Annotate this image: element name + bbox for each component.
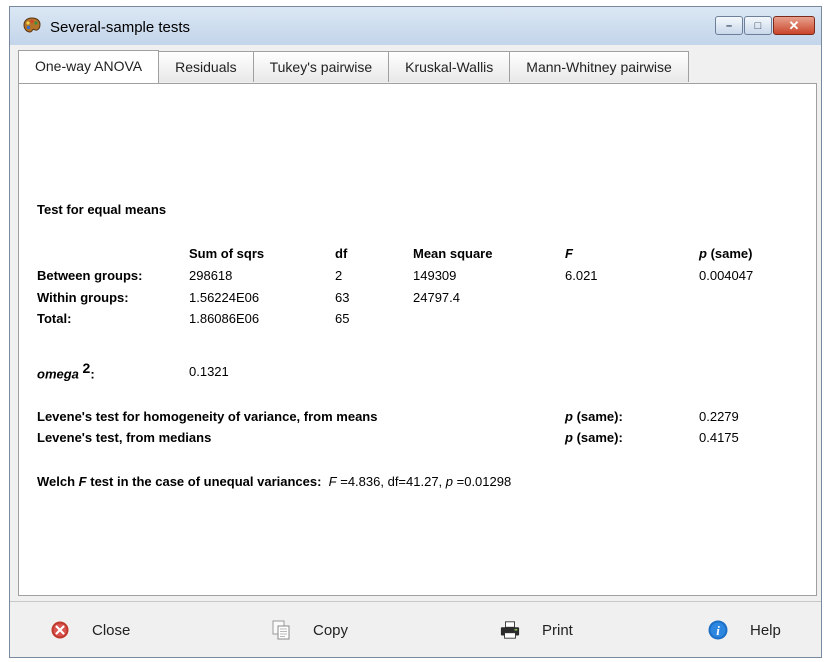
button-bar: Close Copy Print i Help [10, 601, 821, 657]
close-icon: ✕ [788, 17, 800, 33]
help-button-label: Help [750, 621, 781, 639]
cell-within-ss: 1.56224E06 [189, 290, 260, 305]
levene-medians-value: 0.4175 [699, 430, 739, 445]
welch-label-post: test in the case of unequal variances: [86, 474, 322, 489]
print-button[interactable]: Print [500, 616, 573, 644]
col-header-df: df [335, 246, 348, 261]
cell-within-ms: 24797.4 [413, 290, 460, 305]
minimize-icon: – [725, 19, 733, 32]
copy-icon [271, 620, 291, 640]
palette-icon [23, 17, 41, 33]
cell-between-ms: 149309 [413, 268, 457, 283]
cell-between-ss: 298618 [189, 268, 233, 283]
col-header-sum-of-sqrs: Sum of sqrs [189, 246, 265, 261]
printer-icon [500, 620, 520, 640]
cell-total-ss: 1.86086E06 [189, 311, 260, 326]
levene-means-label: Levene's test for homogeneity of varianc… [37, 409, 378, 424]
cell-total-df: 65 [335, 311, 350, 326]
omega-text: omega [37, 366, 79, 382]
tab-residuals[interactable]: Residuals [158, 51, 254, 82]
row-label-total: Total: [37, 311, 72, 326]
row-label-within: Within groups: [37, 290, 129, 305]
levene-means-p-suffix: (same): [572, 409, 623, 424]
col-header-f: F [565, 246, 573, 261]
cell-between-p: 0.004047 [699, 268, 754, 283]
levene-medians-label: Levene's test, from medians [37, 430, 212, 445]
results-panel: Test for equal means Sum of sqrs df Mean… [18, 83, 817, 596]
omega-label: omega 2: [37, 360, 95, 381]
window-title: Several-sample tests [50, 19, 191, 36]
tab-mann-whitney-pairwise[interactable]: Mann-Whitney pairwise [509, 51, 689, 82]
omega-value: 0.1321 [189, 364, 229, 379]
welch-p-italic: p [445, 474, 454, 489]
levene-medians-p-label: p (same): [565, 430, 623, 445]
section-heading: Test for equal means [37, 202, 167, 217]
levene-means-p-label: p (same): [565, 409, 623, 424]
welch-label: Welch F test in the case of unequal vari… [37, 474, 321, 489]
welch-p-value: =0.01298 [453, 474, 512, 489]
close-window-button[interactable]: ✕ [773, 16, 815, 35]
welch-test-line: Welch F test in the case of unequal vari… [37, 474, 511, 489]
info-icon: i [708, 620, 728, 640]
col-header-p-same: p (same) [699, 246, 752, 261]
title-bar[interactable]: Several-sample tests – □ ✕ [10, 7, 821, 45]
row-label-between: Between groups: [37, 268, 143, 283]
help-button[interactable]: i Help [708, 616, 781, 644]
tab-bar: One-way ANOVA Residuals Tukey's pairwise… [18, 50, 689, 83]
minimize-button[interactable]: – [715, 16, 743, 35]
cell-between-f: 6.021 [565, 268, 598, 283]
omega-colon: : [90, 366, 95, 382]
svg-text:i: i [716, 623, 720, 638]
print-button-label: Print [542, 621, 573, 639]
close-button-label: Close [92, 621, 131, 639]
maximize-button[interactable]: □ [744, 16, 772, 35]
window-controls: – □ ✕ [714, 16, 815, 36]
welch-label-f: F [78, 474, 87, 489]
p-same-suffix: (same) [706, 246, 753, 261]
cell-within-df: 63 [335, 290, 350, 305]
copy-button-label: Copy [313, 621, 349, 639]
cell-between-df: 2 [335, 268, 343, 283]
tab-one-way-anova[interactable]: One-way ANOVA [18, 50, 160, 83]
tab-tukeys-pairwise[interactable]: Tukey's pairwise [252, 51, 390, 82]
levene-medians-p-suffix: (same): [572, 430, 623, 445]
levene-medians-p-italic: p [565, 430, 573, 445]
close-button[interactable]: Close [50, 616, 130, 644]
dialog-window: Several-sample tests – □ ✕ One-way ANOVA… [9, 6, 822, 658]
welch-label-pre: Welch [37, 474, 79, 489]
copy-button[interactable]: Copy [271, 616, 348, 644]
levene-means-p-italic: p [565, 409, 573, 424]
welch-f-value: =4.836, df=41.27, [336, 474, 446, 489]
levene-means-value: 0.2279 [699, 409, 739, 424]
welch-f-italic: F [328, 474, 337, 489]
tab-kruskal-wallis[interactable]: Kruskal-Wallis [388, 51, 511, 82]
col-header-mean-square: Mean square [413, 246, 493, 261]
p-italic: p [699, 246, 707, 261]
maximize-icon: □ [754, 19, 762, 32]
close-circle-icon [50, 620, 70, 640]
